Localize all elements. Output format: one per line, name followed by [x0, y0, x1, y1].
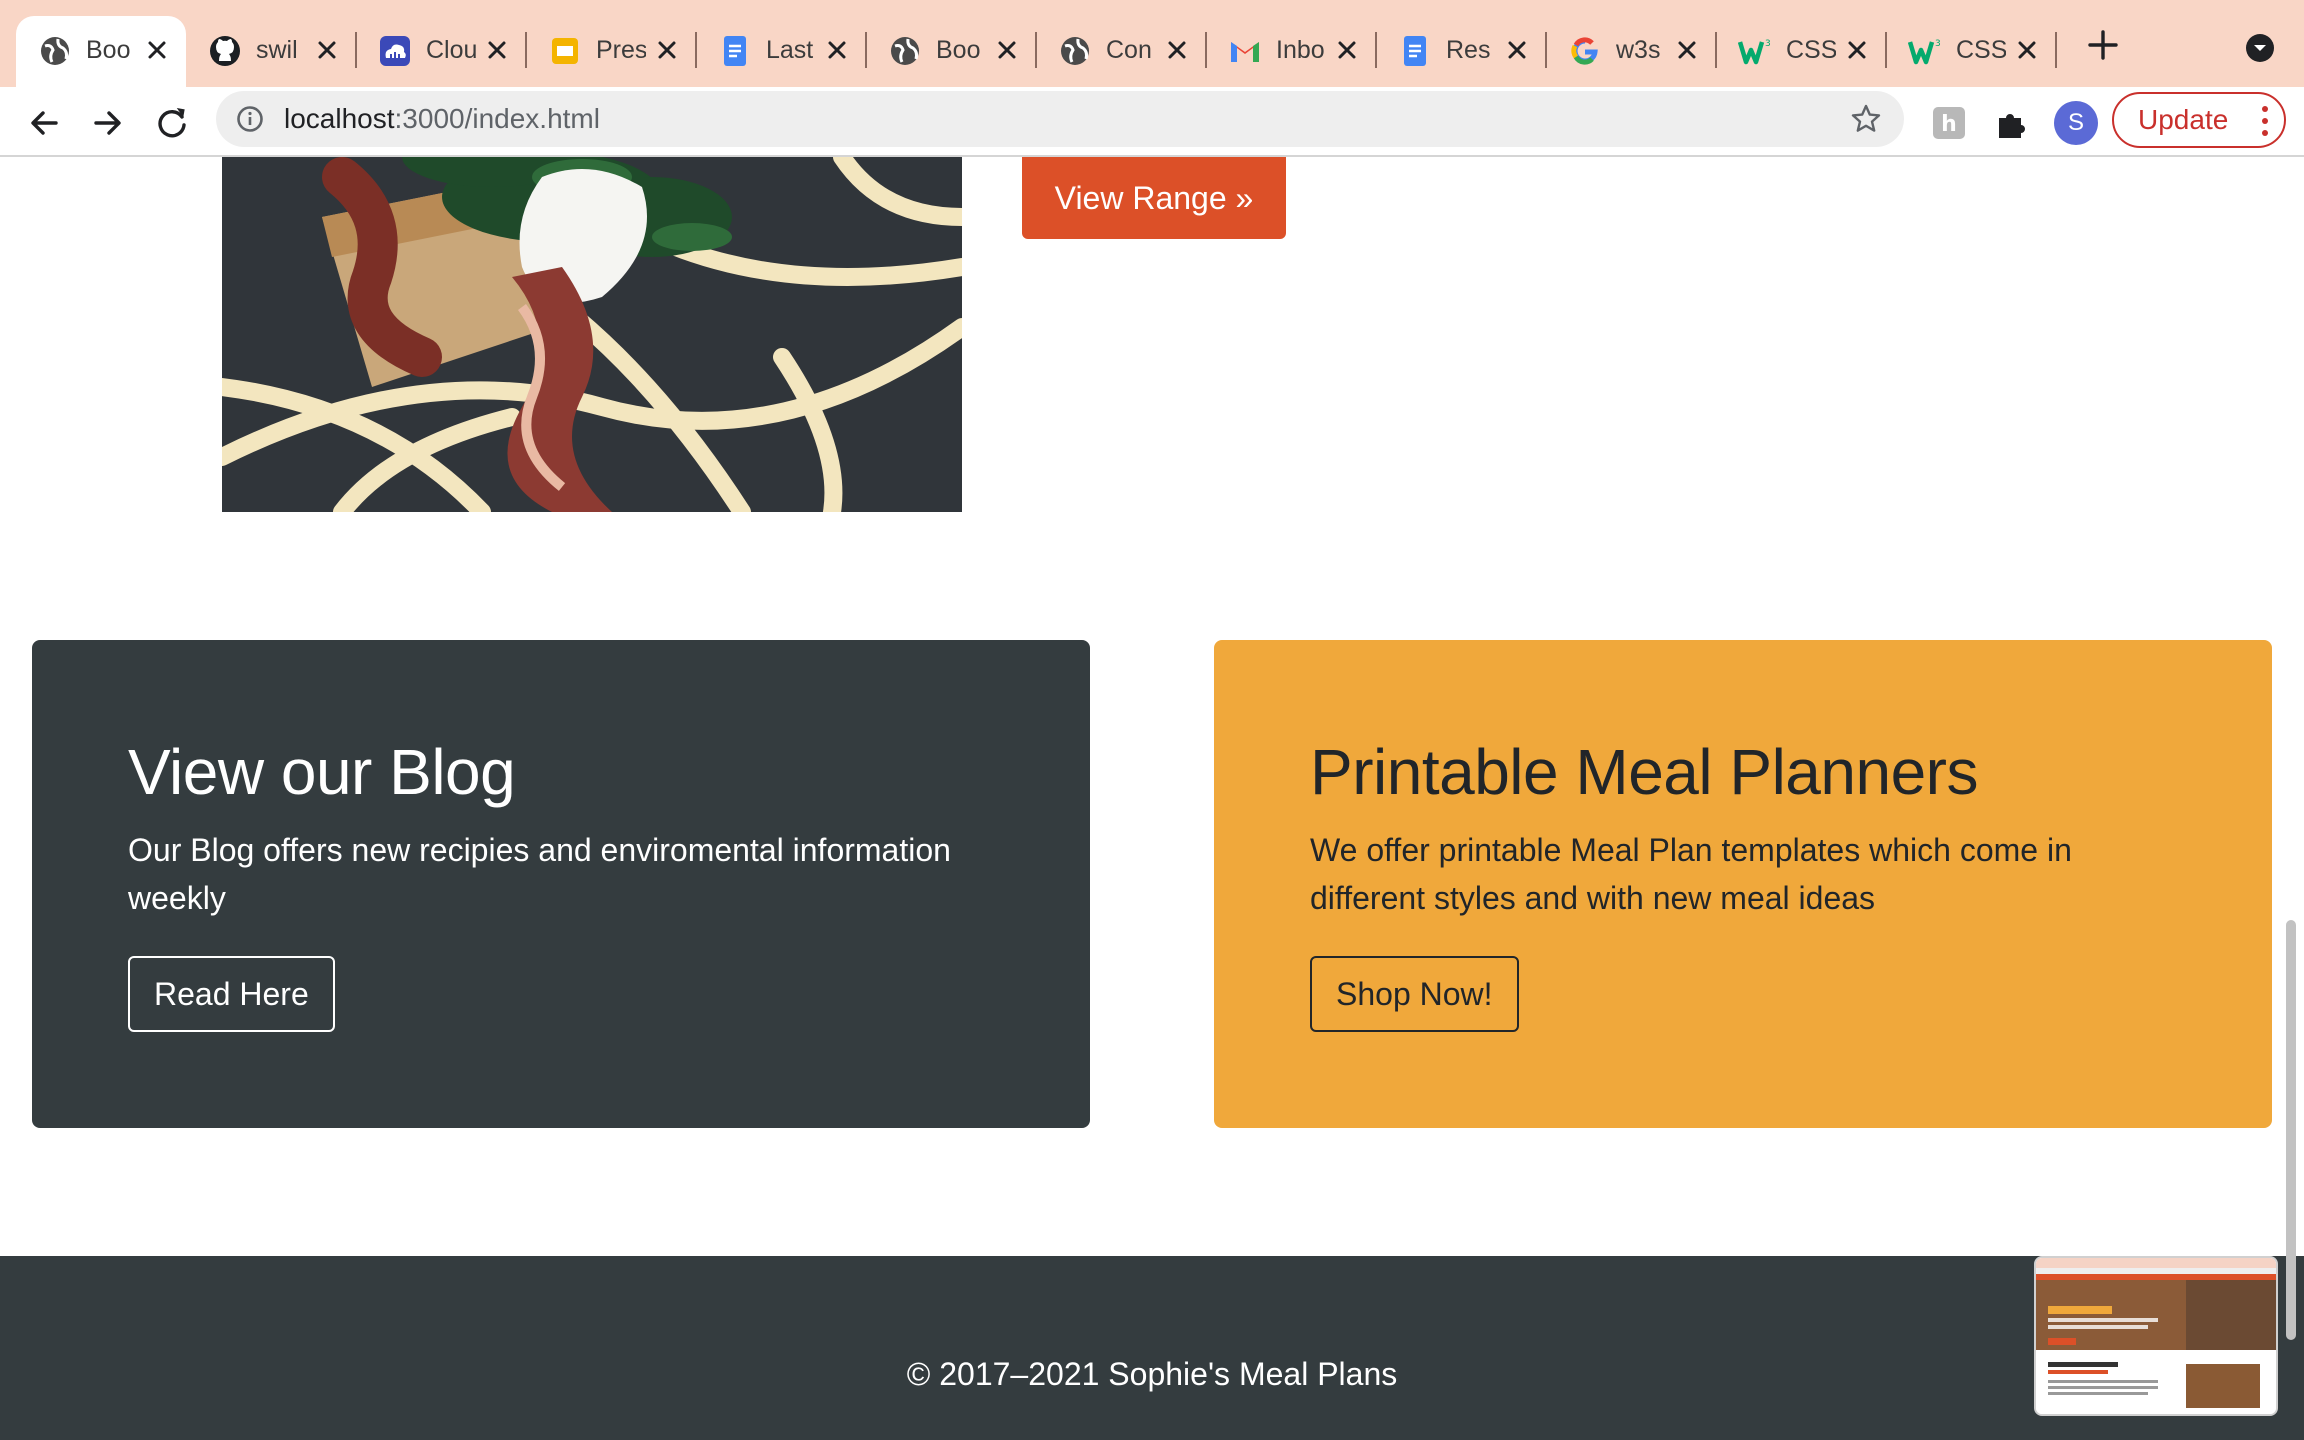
browser-tab[interactable]: Boo: [16, 16, 186, 87]
slides-icon: [552, 38, 578, 64]
browser-tab[interactable]: swil: [186, 16, 356, 87]
cloud-icon: [380, 36, 410, 66]
screenshot-thumbnail-preview: [2036, 1258, 2276, 1414]
docs-icon: [1404, 36, 1426, 66]
footer-copyright: © 2017–2021 Sophie's Meal Plans: [906, 1356, 1398, 1392]
tab-strip: Boo swil Clou Pres Last Boo Con Inbo Res w3s 3 CSS 3…: [0, 0, 2304, 87]
tab-title: w3s: [1616, 36, 1661, 64]
tab-separator: [525, 32, 527, 68]
tab-separator: [1375, 32, 1377, 68]
update-label: Update: [2138, 104, 2229, 135]
svg-text:h: h: [1941, 112, 1957, 137]
tab-separator: [865, 32, 867, 68]
url-text: localhost:3000/index.html: [284, 103, 600, 135]
tab-separator: [2055, 32, 2057, 68]
svg-text:3: 3: [1765, 39, 1771, 49]
close-tab-icon[interactable]: [652, 35, 682, 65]
blog-title: View our Blog: [128, 736, 516, 808]
close-tab-icon[interactable]: [1672, 35, 1702, 65]
site-footer: © 2017–2021 Sophie's Meal Plans: [0, 1256, 2304, 1440]
tab-title: Boo: [936, 36, 981, 64]
browser-tab[interactable]: Res: [1376, 16, 1546, 87]
tab-title: Clou: [426, 36, 476, 64]
tab-title: Inbo: [1276, 36, 1325, 64]
tab-title: Pres: [596, 36, 646, 64]
tab-separator: [1885, 32, 1887, 68]
tab-separator: [1715, 32, 1717, 68]
browser-tab[interactable]: w3s: [1546, 16, 1716, 87]
tab-separator: [695, 32, 697, 68]
browser-tab[interactable]: Con: [1036, 16, 1206, 87]
profile-avatar[interactable]: S: [2054, 101, 2098, 145]
url-path: :3000/index.html: [394, 103, 600, 134]
extensions-puzzle-icon[interactable]: [1993, 104, 2031, 142]
food-photo-drawing: [222, 157, 962, 512]
globe-icon: [41, 37, 69, 65]
close-tab-icon[interactable]: [142, 35, 172, 65]
tab-title: CSS: [1786, 36, 1836, 64]
browser-tab[interactable]: Clou: [356, 16, 526, 87]
close-tab-icon[interactable]: [312, 35, 342, 65]
meal-planner-description: We offer printable Meal Plan templates w…: [1310, 832, 2072, 916]
close-tab-icon[interactable]: [482, 35, 512, 65]
close-tab-icon[interactable]: [1332, 35, 1362, 65]
tab-search-icon[interactable]: [2244, 32, 2276, 64]
address-bar[interactable]: localhost:3000/index.html: [216, 91, 1904, 147]
tab-title: Con: [1106, 36, 1152, 64]
browser-tab[interactable]: Pres: [526, 16, 696, 87]
extension-icon[interactable]: h: [1930, 104, 1968, 142]
view-range-button[interactable]: View Range »: [1022, 157, 1286, 239]
close-tab-icon[interactable]: [822, 35, 852, 65]
reload-icon[interactable]: [152, 103, 192, 143]
github-icon: [210, 36, 240, 66]
tab-separator: [355, 32, 357, 68]
shop-now-button[interactable]: Shop Now!: [1310, 956, 1519, 1032]
url-host: localhost: [284, 103, 395, 134]
close-tab-icon[interactable]: [1502, 35, 1532, 65]
globe-icon: [891, 37, 919, 65]
read-here-button[interactable]: Read Here: [128, 956, 335, 1032]
tab-separator: [1545, 32, 1547, 68]
screenshot-thumbnail[interactable]: [2034, 1256, 2278, 1416]
meal-planner-title: Printable Meal Planners: [1310, 736, 1978, 808]
close-tab-icon[interactable]: [992, 35, 1022, 65]
browser-tab[interactable]: Boo: [866, 16, 1036, 87]
w3-icon: 3: [1738, 39, 1771, 65]
docs-icon: [724, 36, 746, 66]
tab-title: Boo: [86, 36, 131, 64]
tab-title: Last: [766, 36, 814, 64]
blog-card: View our Blog Our Blog offers new recipi…: [32, 640, 1090, 1128]
close-tab-icon[interactable]: [2012, 35, 2042, 65]
tab-title: Res: [1446, 36, 1491, 64]
w3-icon: 3: [1908, 39, 1941, 65]
gmail-icon: [1231, 42, 1259, 62]
tab-separator: [1035, 32, 1037, 68]
browser-tab[interactable]: Inbo: [1206, 16, 1376, 87]
svg-text:3: 3: [1935, 39, 1941, 49]
new-tab-icon[interactable]: [2086, 28, 2120, 62]
close-tab-icon[interactable]: [1842, 35, 1872, 65]
tab-title: CSS: [1956, 36, 2006, 64]
back-icon[interactable]: [24, 103, 64, 143]
bookmark-star-icon[interactable]: [1850, 103, 1882, 135]
browser-tab[interactable]: Last: [696, 16, 866, 87]
food-photo: [222, 157, 962, 512]
forward-icon[interactable]: [88, 103, 128, 143]
update-button[interactable]: Update: [2112, 92, 2286, 148]
meal-planner-card: Printable Meal Planners We offer printab…: [1214, 640, 2272, 1128]
blog-description: Our Blog offers new recipies and envirom…: [128, 832, 951, 916]
site-info-icon[interactable]: [236, 105, 264, 133]
browser-tab[interactable]: 3 CSS: [1716, 16, 1886, 87]
globe-icon: [1061, 37, 1089, 65]
browser-toolbar: localhost:3000/index.html h S Update: [0, 87, 2304, 157]
google-icon: [1571, 37, 1598, 65]
tab-separator: [1205, 32, 1207, 68]
tab-title: swil: [256, 36, 298, 64]
browser-tab[interactable]: 3 CSS: [1886, 16, 2056, 87]
close-tab-icon[interactable]: [1162, 35, 1192, 65]
more-menu-icon[interactable]: [2262, 104, 2268, 138]
page-scrollbar[interactable]: [2286, 920, 2296, 1340]
